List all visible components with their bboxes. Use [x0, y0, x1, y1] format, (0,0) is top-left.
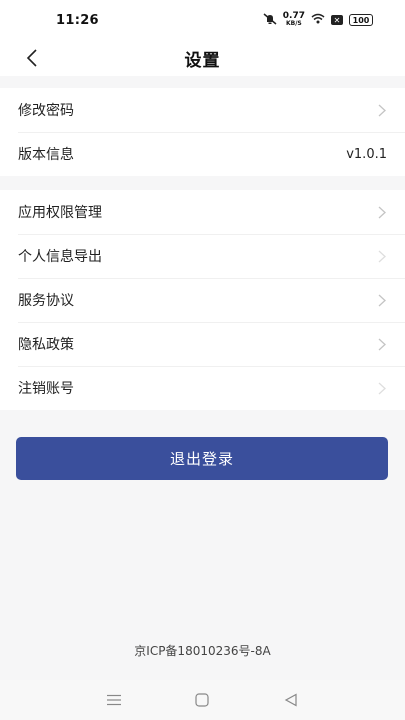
row-label: 修改密码: [18, 103, 74, 119]
row-change-password[interactable]: 修改密码: [0, 88, 405, 132]
system-nav-bar: [0, 680, 405, 720]
row-service-agreement[interactable]: 服务协议: [0, 278, 405, 322]
chevron-right-icon: [377, 381, 387, 395]
row-delete-account[interactable]: 注销账号: [0, 366, 405, 410]
settings-group-privacy: 应用权限管理 个人信息导出 服务协议 隐私政策 注销账号: [0, 190, 405, 410]
row-label: 隐私政策: [18, 337, 74, 353]
back-icon: [26, 49, 37, 67]
page-title: 设置: [184, 50, 221, 71]
back-triangle-icon: [284, 693, 297, 707]
nav-back-button[interactable]: [279, 688, 303, 712]
chevron-right-icon: [377, 103, 387, 117]
home-icon: [195, 693, 210, 707]
row-label: 注销账号: [18, 381, 74, 397]
chevron-right-icon: [377, 205, 387, 219]
no-sim-icon: ✕: [331, 15, 343, 25]
row-app-permissions[interactable]: 应用权限管理: [0, 190, 405, 234]
home-button[interactable]: [190, 688, 214, 712]
network-speed-value: 0.77: [282, 11, 305, 21]
row-personal-info-export[interactable]: 个人信息导出: [0, 234, 405, 278]
menu-icon: [107, 694, 122, 706]
chevron-right-icon: [377, 293, 387, 307]
row-label: 个人信息导出: [18, 249, 102, 265]
row-version-info[interactable]: 版本信息 v1.0.1: [0, 132, 405, 176]
back-button[interactable]: [18, 44, 46, 72]
mute-bell-icon: [263, 12, 277, 28]
logout-button[interactable]: 退出登录: [16, 437, 388, 480]
status-icons: 0.77 KB/S ✕ 100: [263, 12, 373, 28]
status-time: 11:26: [56, 12, 99, 28]
battery-icon: 100: [349, 14, 373, 26]
page-header: 设置: [0, 40, 405, 76]
wifi-icon: [311, 13, 325, 27]
network-speed-unit: KB/S: [286, 20, 302, 27]
status-bar: 11:26 0.77 KB/S ✕ 100: [0, 0, 405, 40]
settings-group-account: 修改密码 版本信息 v1.0.1: [0, 88, 405, 176]
chevron-right-icon: [377, 249, 387, 263]
icp-license-text: 京ICP备18010236号-8A: [134, 644, 271, 658]
row-label: 版本信息: [18, 147, 74, 163]
row-privacy-policy[interactable]: 隐私政策: [0, 322, 405, 366]
chevron-right-icon: [377, 337, 387, 351]
row-label: 服务协议: [18, 293, 74, 309]
network-speed: 0.77 KB/S: [283, 12, 305, 28]
row-label: 应用权限管理: [18, 205, 102, 221]
version-value: v1.0.1: [346, 146, 387, 162]
menu-button[interactable]: [102, 688, 126, 712]
